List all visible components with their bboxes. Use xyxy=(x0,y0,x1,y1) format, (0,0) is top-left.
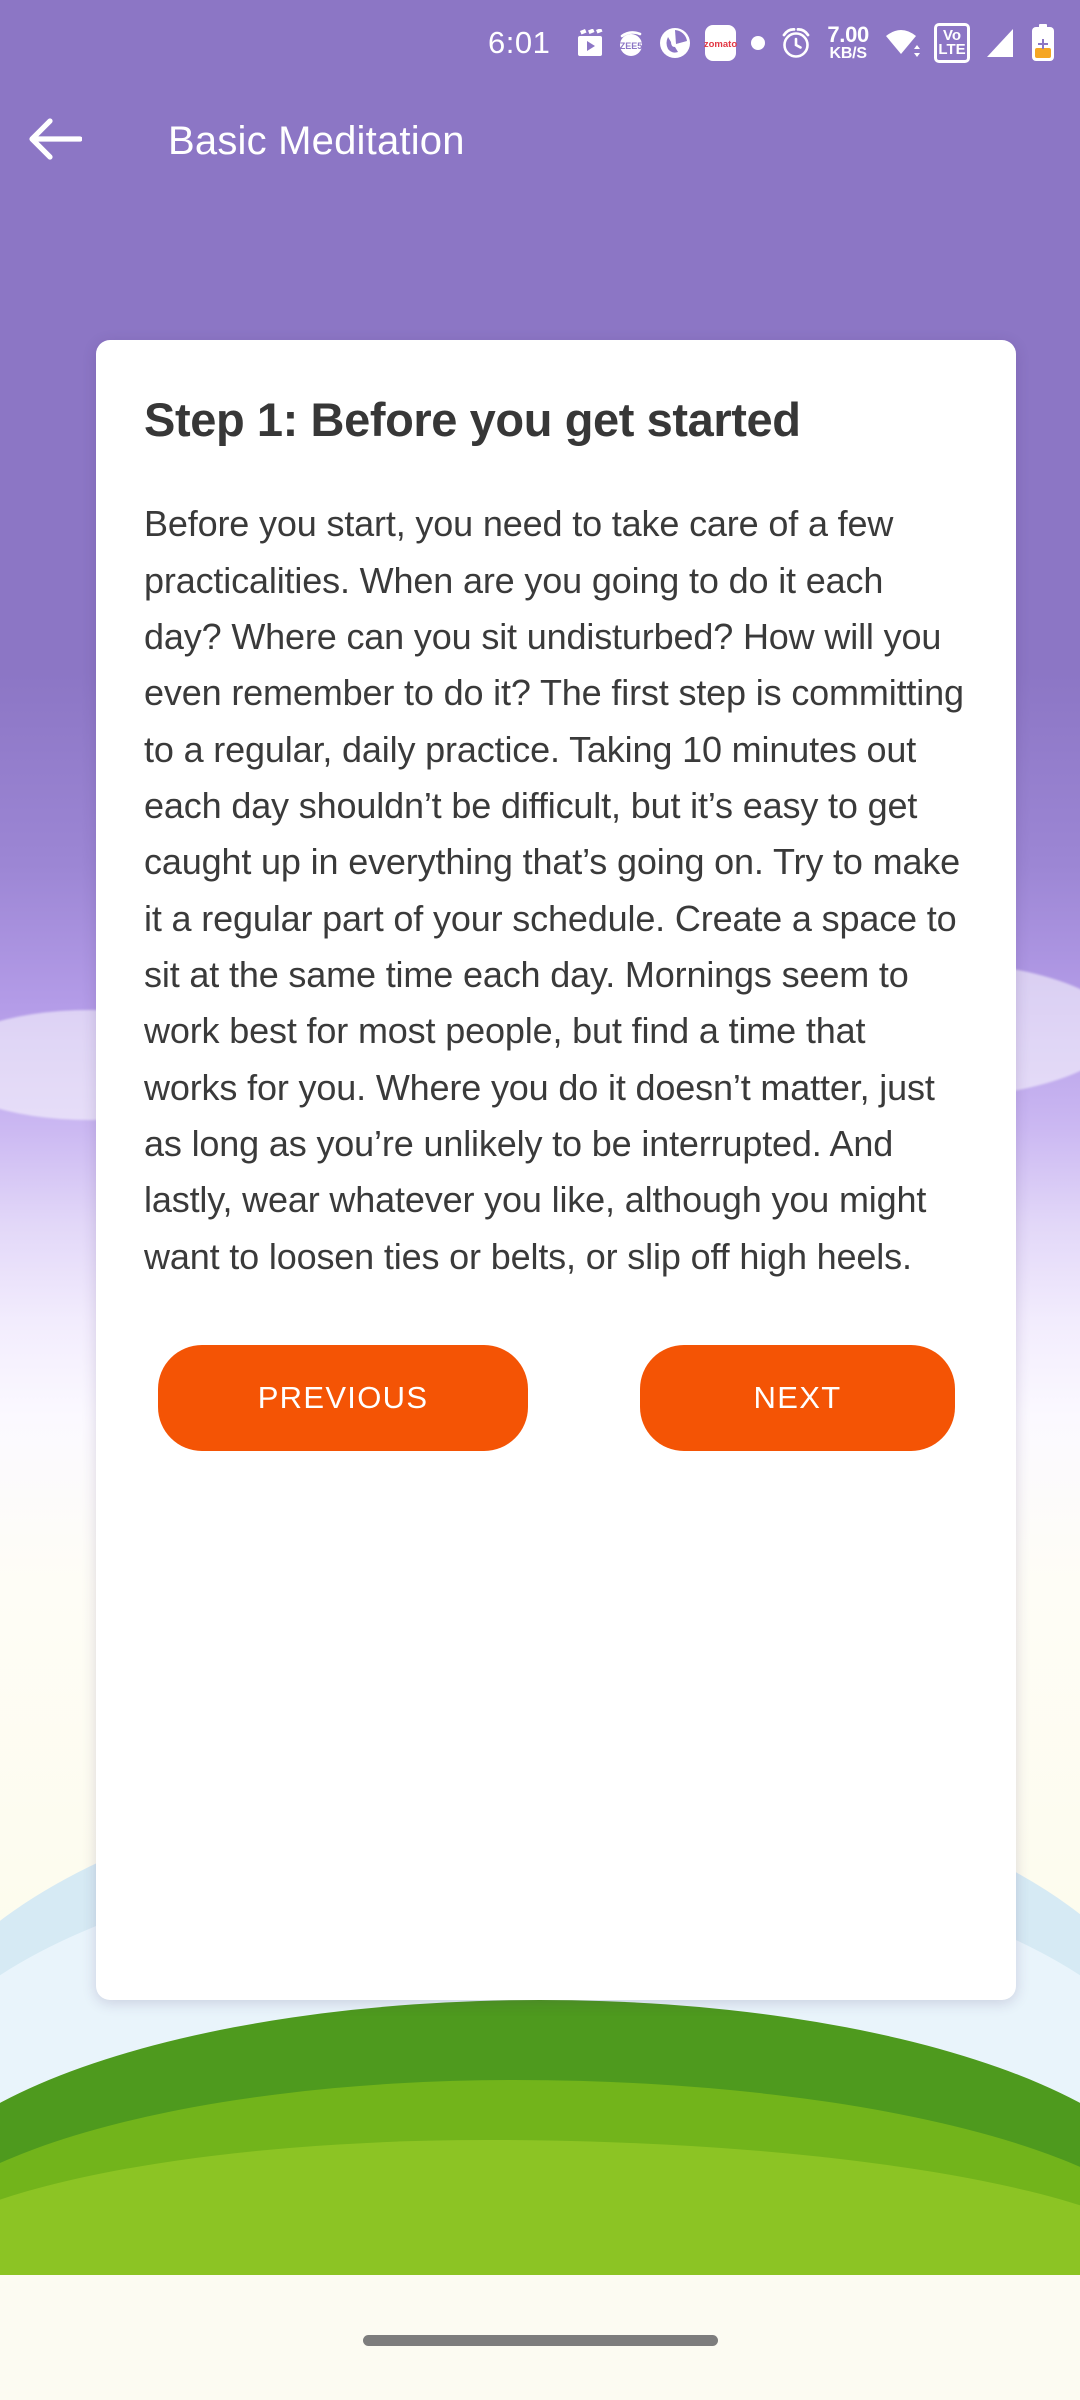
status-bar: 6:01 ZEE5 zomato 7.00 KB/S Vo LTE xyxy=(0,0,1080,86)
page-title: Basic Meditation xyxy=(168,118,465,163)
previous-button[interactable]: PREVIOUS xyxy=(158,1344,528,1451)
next-button[interactable]: NEXT xyxy=(640,1344,955,1451)
network-speed-indicator: 7.00 KB/S xyxy=(827,21,869,62)
svg-text:zomato: zomato xyxy=(704,39,737,50)
content-card: Step 1: Before you get started Before yo… xyxy=(96,340,1016,2000)
jiocinema-notification-icon xyxy=(577,29,603,57)
signal-bars-icon xyxy=(983,27,1017,59)
battery-charging-icon xyxy=(1030,24,1056,62)
arrow-left-icon xyxy=(28,117,83,166)
network-speed-value: 7.00 xyxy=(827,21,869,47)
network-speed-unit: KB/S xyxy=(829,44,867,62)
gesture-home-handle[interactable] xyxy=(362,2334,718,2346)
status-clock: 6:01 xyxy=(488,25,551,60)
volte-icon: Vo LTE xyxy=(934,23,970,63)
phone-app-notification-icon xyxy=(659,27,691,59)
zee5-notification-icon: ZEE5 xyxy=(616,28,646,58)
zomato-notification-icon: zomato xyxy=(704,24,737,62)
back-button[interactable] xyxy=(0,86,110,196)
card-body-text: Before you start, you need to take care … xyxy=(144,503,964,1277)
card-action-row: PREVIOUS NEXT xyxy=(144,1344,968,1451)
svg-text:ZEE5: ZEE5 xyxy=(620,41,643,51)
more-notifications-dot-icon xyxy=(750,35,766,51)
card-title: Step 1: Before you get started xyxy=(144,393,801,446)
system-navigation-bar xyxy=(0,2280,1080,2400)
phone-screen: 6:01 ZEE5 zomato 7.00 KB/S Vo LTE Basic … xyxy=(0,0,1080,2400)
alarm-icon xyxy=(779,26,813,60)
volte-line-2: LTE xyxy=(938,41,966,58)
app-bar: Basic Meditation xyxy=(0,86,1080,196)
wifi-icon xyxy=(883,27,921,59)
